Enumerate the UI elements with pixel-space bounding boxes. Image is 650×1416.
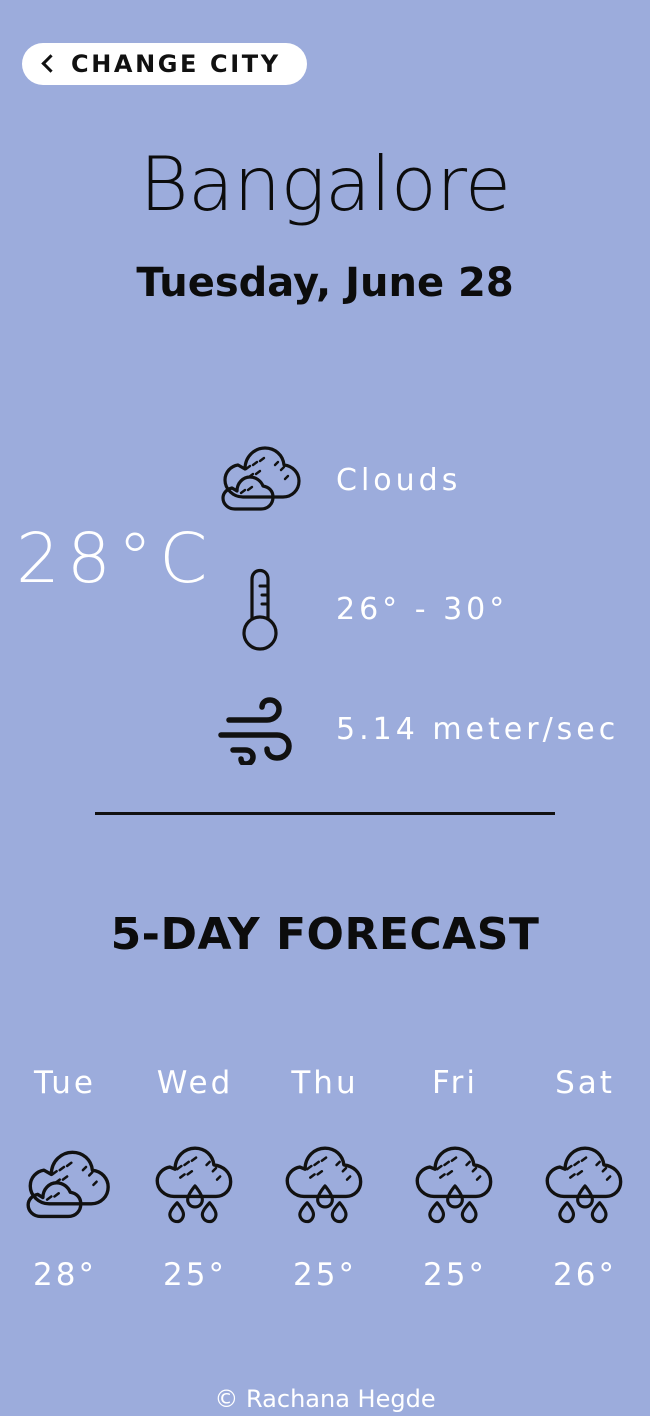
rain-cloud-icon — [147, 1132, 243, 1242]
forecast-day-column[interactable]: Sat 26° — [520, 1068, 650, 1291]
change-city-button[interactable]: CHANGE CITY — [22, 43, 307, 85]
rain-cloud-icon — [537, 1132, 633, 1242]
clouds-icon — [17, 1132, 113, 1242]
forecast-day-temp: 25° — [423, 1257, 487, 1293]
temperature-range-row: 26° - 30° — [210, 565, 508, 655]
forecast-day-column[interactable]: Fri 25° — [390, 1068, 520, 1291]
thermometer-icon — [210, 565, 306, 655]
forecast-day-label: Wed — [156, 1065, 234, 1101]
condition-row: Clouds — [210, 443, 461, 519]
city-date: Tuesday, June 28 — [136, 260, 514, 306]
rain-cloud-icon — [407, 1132, 503, 1242]
change-city-label: CHANGE CITY — [71, 50, 281, 78]
forecast-day-column[interactable]: Tue 28° — [0, 1068, 130, 1291]
chevron-left-icon — [41, 54, 60, 73]
clouds-icon — [210, 443, 306, 519]
forecast-day-column[interactable]: Wed 25° — [130, 1068, 260, 1291]
wind-icon — [210, 695, 306, 765]
forecast-title: 5-DAY FORECAST — [110, 909, 540, 960]
weather-app: CHANGE CITY Bangalore Tuesday, June 28 2… — [0, 0, 650, 1416]
footer-credit: © Rachana Hegde — [214, 1385, 436, 1413]
forecast-day-column[interactable]: Thu 25° — [260, 1068, 390, 1291]
forecast-day-temp: 26° — [553, 1257, 617, 1293]
city-name: Bangalore — [139, 140, 511, 228]
wind-row: 5.14 meter/sec — [210, 695, 619, 765]
rain-cloud-icon — [277, 1132, 373, 1242]
forecast-day-temp: 28° — [33, 1257, 97, 1293]
current-temperature: 28°C — [16, 519, 215, 599]
forecast-day-label: Tue — [34, 1065, 96, 1101]
temperature-range-label: 26° - 30° — [336, 592, 509, 627]
section-divider — [95, 812, 555, 815]
forecast-grid: Tue 28° Wed 25° Thu 25° Fri 25° Sat 26° — [0, 1068, 650, 1291]
condition-label: Clouds — [336, 463, 462, 498]
forecast-day-label: Fri — [432, 1065, 478, 1101]
forecast-day-temp: 25° — [293, 1257, 357, 1293]
forecast-day-label: Sat — [555, 1065, 615, 1101]
wind-label: 5.14 meter/sec — [336, 712, 620, 747]
forecast-day-temp: 25° — [163, 1257, 227, 1293]
forecast-day-label: Thu — [291, 1065, 359, 1101]
